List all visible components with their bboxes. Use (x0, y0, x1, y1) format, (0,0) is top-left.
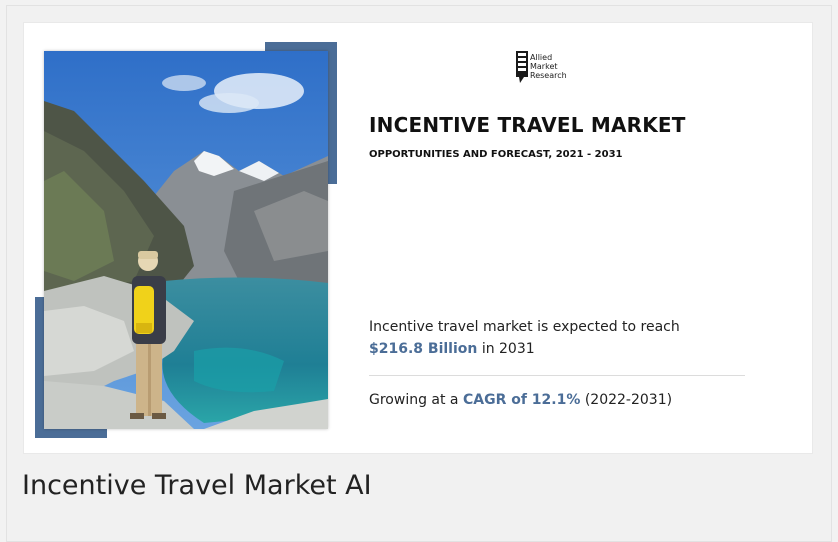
report-title: INCENTIVE TRAVEL MARKET (369, 113, 686, 137)
mountain-lake-hiker-photo (44, 51, 328, 429)
cagr-suffix: (2022-2031) (584, 392, 673, 408)
image-caption: Incentive Travel Market AI (22, 470, 372, 501)
logo-wordmark: Allied Market Research (530, 53, 567, 80)
allied-market-research-logo[interactable]: Allied Market Research (516, 51, 588, 91)
cagr-statement: Growing at a CAGR of 12.1% (2022-2031) (369, 392, 672, 408)
logo-mark-icon (516, 51, 528, 83)
market-size-value: $216.8 Billion (369, 341, 478, 357)
divider (369, 375, 745, 376)
report-subtitle: OPPORTUNITIES AND FORECAST, 2021 - 2031 (369, 149, 623, 160)
market-size-prefix: Incentive travel market is expected to r… (369, 319, 680, 335)
cagr-value: CAGR of 12.1% (462, 392, 581, 408)
market-size-suffix: in 2031 (481, 341, 535, 357)
cagr-prefix: Growing at a (369, 392, 459, 408)
market-size-statement: Incentive travel market is expected to r… (369, 316, 680, 360)
